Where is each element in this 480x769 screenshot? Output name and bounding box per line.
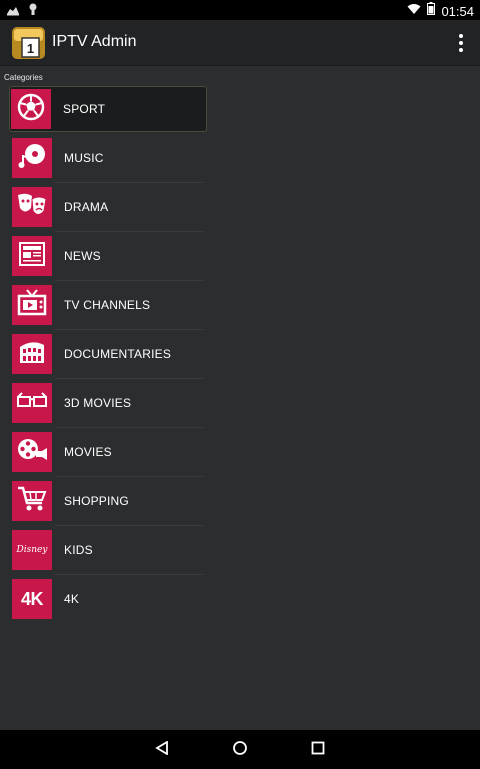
- shopping-cart-icon: [17, 485, 47, 518]
- back-button[interactable]: [151, 739, 173, 761]
- status-bar: 01:54: [0, 0, 480, 20]
- list-divider: [55, 231, 203, 232]
- category-item-shopping[interactable]: SHOPPING: [9, 478, 207, 527]
- category-label: SHOPPING: [64, 494, 129, 508]
- navigation-bar: [0, 730, 480, 769]
- colosseum-icon: [17, 339, 47, 370]
- category-label: 4K: [64, 592, 80, 606]
- category-item-3d-movies[interactable]: 3D MOVIES: [9, 380, 207, 429]
- category-tile: [12, 432, 52, 472]
- category-item-kids[interactable]: Disney KIDS: [9, 527, 207, 576]
- list-divider: [55, 476, 203, 477]
- category-item-movies[interactable]: MOVIES: [9, 429, 207, 478]
- app-logo-glyph: 1: [27, 41, 34, 56]
- category-tile: 4K: [12, 579, 52, 619]
- 4k-icon: 4K: [20, 588, 44, 609]
- app-logo-icon[interactable]: 1: [11, 25, 46, 60]
- category-tile: [11, 89, 51, 129]
- list-divider: [55, 329, 203, 330]
- theater-masks-icon: [16, 190, 48, 225]
- app-title: IPTV Admin: [52, 33, 137, 50]
- category-tile: [12, 383, 52, 423]
- music-disc-icon: [17, 141, 47, 176]
- category-item-tv-channels[interactable]: TV CHANNELS: [9, 282, 207, 331]
- recents-button[interactable]: [307, 739, 329, 761]
- list-divider: [55, 574, 203, 575]
- wifi-icon: [407, 2, 421, 20]
- list-divider: [55, 525, 203, 526]
- list-divider: [55, 182, 203, 183]
- home-circle-icon: [232, 740, 248, 761]
- battery-icon: [427, 2, 436, 20]
- action-bar: 1 IPTV Admin: [0, 20, 480, 66]
- home-button[interactable]: [229, 739, 251, 761]
- category-label: MUSIC: [64, 151, 104, 165]
- overflow-dot-icon: [459, 41, 463, 45]
- category-label: 3D MOVIES: [64, 396, 132, 410]
- category-item-4k[interactable]: 4K 4K: [9, 576, 207, 625]
- disney-logo-icon: Disney: [16, 545, 48, 555]
- android-debug-icon: [28, 3, 38, 21]
- notification-icon: [6, 3, 20, 21]
- section-label-categories: Categories: [4, 73, 43, 82]
- status-time: 01:54: [441, 3, 474, 19]
- film-projector-icon: [16, 437, 48, 468]
- category-item-drama[interactable]: DRAMA: [9, 184, 207, 233]
- category-item-news[interactable]: NEWS: [9, 233, 207, 282]
- category-label: KIDS: [64, 543, 93, 557]
- category-label: MOVIES: [64, 445, 112, 459]
- back-triangle-icon: [155, 739, 169, 760]
- list-divider: [55, 378, 203, 379]
- recents-square-icon: [311, 741, 325, 760]
- category-label: DOCUMENTARIES: [64, 347, 172, 361]
- category-item-sport[interactable]: SPORT: [9, 86, 207, 132]
- overflow-dot-icon: [459, 34, 463, 38]
- category-list: SPORT MUSIC DRAMA NEWS TV CHANNELS DOCUM…: [9, 86, 207, 625]
- category-label: DRAMA: [64, 200, 109, 214]
- category-tile: [12, 334, 52, 374]
- list-divider: [55, 280, 203, 281]
- category-label: SPORT: [63, 102, 106, 116]
- 3d-glasses-icon: [16, 391, 48, 416]
- category-item-documentaries[interactable]: DOCUMENTARIES: [9, 331, 207, 380]
- soccer-ball-icon: [16, 92, 46, 127]
- list-divider: [55, 427, 203, 428]
- tv-icon: [17, 288, 47, 323]
- overflow-menu-button[interactable]: [456, 32, 466, 54]
- category-tile: [12, 285, 52, 325]
- category-tile: [12, 187, 52, 227]
- category-tile: [12, 138, 52, 178]
- newspaper-icon: [18, 241, 46, 272]
- category-item-music[interactable]: MUSIC: [9, 135, 207, 184]
- category-tile: [12, 236, 52, 276]
- overflow-dot-icon: [459, 48, 463, 52]
- category-label: NEWS: [64, 249, 101, 263]
- category-tile: Disney: [12, 530, 52, 570]
- category-tile: [12, 481, 52, 521]
- category-label: TV CHANNELS: [64, 298, 151, 312]
